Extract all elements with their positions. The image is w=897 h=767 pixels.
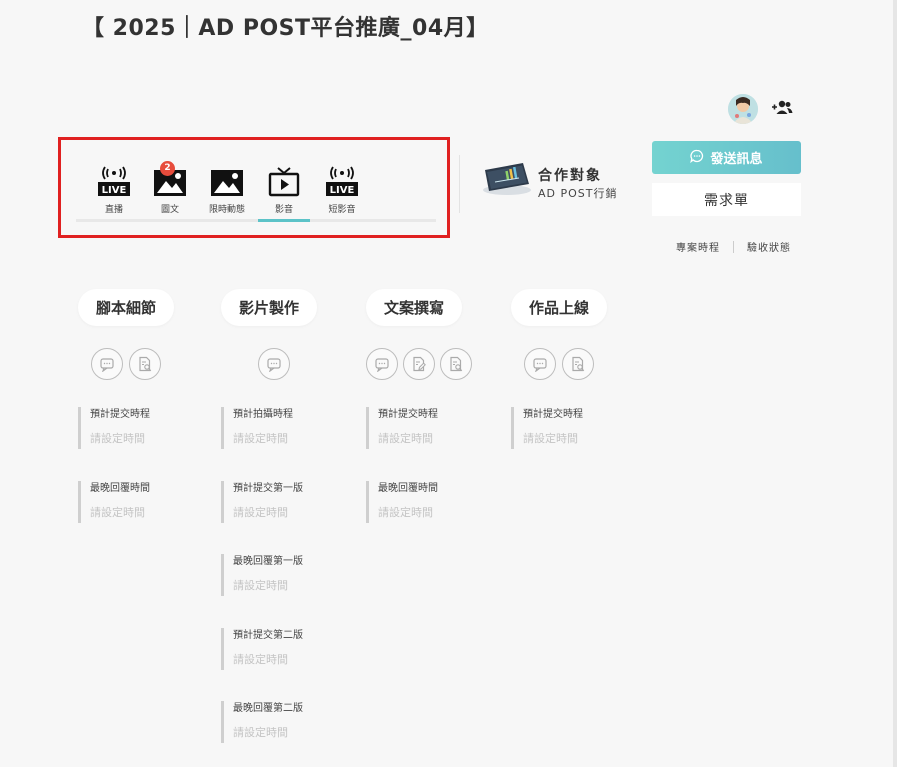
page-title: 【 2025｜AD POST平台推廣_04月】 [82, 16, 489, 41]
partner-label: 合作對象 [538, 168, 602, 184]
tab-label: 影音 [274, 205, 293, 215]
schedule-field: 最晚回覆時間 請設定時間 [78, 481, 208, 523]
chat-icon[interactable] [91, 348, 123, 380]
schedule-field: 最晚回覆時間 請設定時間 [366, 481, 496, 523]
set-time-link[interactable]: 請設定時間 [233, 653, 351, 667]
image-icon: 2 [153, 161, 187, 198]
tab-short-video[interactable]: LIVE 短影音 [316, 160, 368, 220]
svg-text:LIVE: LIVE [102, 185, 127, 196]
document-search-icon[interactable] [440, 348, 472, 380]
send-message-button[interactable]: 發送訊息 [652, 141, 801, 174]
tab-label: 直播 [104, 205, 123, 215]
schedule-field: 預計提交時程 請設定時間 [511, 407, 641, 449]
stage-actions [366, 348, 472, 380]
schedule-field: 預計提交時程 請設定時間 [78, 407, 208, 449]
stage-title: 影片製作 [221, 289, 318, 326]
chat-icon[interactable] [258, 348, 290, 380]
stage-actions [524, 348, 594, 380]
send-message-label: 發送訊息 [710, 152, 763, 167]
field-label: 預計提交第二版 [233, 630, 303, 641]
set-time-link[interactable]: 請設定時間 [233, 726, 351, 740]
schedule-field: 最晚回覆第一版 請設定時間 [221, 554, 351, 596]
set-time-link[interactable]: 請設定時間 [378, 506, 496, 520]
tab-label: 限時動態 [208, 205, 245, 215]
brief-button[interactable]: 需求單 [652, 183, 801, 216]
schedule-field: 預計拍攝時程 請設定時間 [221, 407, 351, 449]
divider [459, 155, 460, 213]
tab-live[interactable]: LIVE 直播 [88, 160, 140, 220]
set-time-link[interactable]: 請設定時間 [378, 432, 496, 446]
tab-label: 短影音 [328, 205, 356, 215]
tab-track [76, 219, 436, 222]
add-person-icon[interactable] [770, 98, 794, 118]
set-time-link[interactable]: 請設定時間 [233, 432, 351, 446]
field-label: 預計提交時程 [523, 409, 583, 420]
page-scroll-edge [893, 0, 897, 767]
tv-play-icon [267, 164, 301, 198]
acceptance-status-link[interactable]: 驗收狀態 [747, 239, 791, 254]
schedule-field: 預計提交第一版 請設定時間 [221, 481, 351, 523]
chat-icon [690, 149, 704, 167]
schedule-field: 預計提交時程 請設定時間 [366, 407, 496, 449]
chat-icon[interactable] [366, 348, 398, 380]
partner-logo [481, 160, 533, 196]
stage-actions [258, 348, 290, 380]
set-time-link[interactable]: 請設定時間 [233, 506, 351, 520]
partner-name: AD POST行銷 [538, 187, 618, 200]
platform-tabs: LIVE 直播 2 圖文 限時動態 影音 LIVE 短影音 [76, 160, 436, 222]
document-edit-icon[interactable] [403, 348, 435, 380]
field-label: 最晚回覆時間 [378, 483, 438, 494]
project-schedule-link[interactable]: 專案時程 [676, 239, 720, 254]
live-icon: LIVE [97, 164, 131, 198]
set-time-link[interactable]: 請設定時間 [233, 579, 351, 593]
field-label: 預計提交第一版 [233, 483, 303, 494]
link-separator [733, 240, 734, 253]
document-search-icon[interactable] [129, 348, 161, 380]
stage-title: 作品上線 [511, 289, 608, 326]
chat-icon[interactable] [524, 348, 556, 380]
field-label: 預計提交時程 [90, 409, 150, 420]
tab-label: 圖文 [160, 205, 179, 215]
set-time-link[interactable]: 請設定時間 [523, 432, 641, 446]
tab-badge: 2 [160, 161, 175, 176]
field-label: 最晚回覆第二版 [233, 703, 303, 714]
field-label: 預計提交時程 [378, 409, 438, 420]
tab-active-indicator [258, 219, 310, 222]
stage-actions [91, 348, 161, 380]
tab-story[interactable]: 限時動態 [201, 160, 253, 220]
field-label: 最晚回覆時間 [90, 483, 150, 494]
schedule-field: 預計提交第二版 請設定時間 [221, 628, 351, 670]
tab-video[interactable]: 影音 [258, 160, 310, 220]
stage-title: 文案撰寫 [366, 289, 463, 326]
document-search-icon[interactable] [562, 348, 594, 380]
svg-text:LIVE: LIVE [330, 185, 355, 196]
image-icon [210, 164, 244, 198]
set-time-link[interactable]: 請設定時間 [90, 506, 208, 520]
field-label: 最晚回覆第一版 [233, 556, 303, 567]
schedule-field: 最晚回覆第二版 請設定時間 [221, 701, 351, 743]
stage-title: 腳本細節 [78, 289, 175, 326]
field-label: 預計拍攝時程 [233, 409, 293, 420]
tab-image-post[interactable]: 2 圖文 [144, 160, 196, 220]
set-time-link[interactable]: 請設定時間 [90, 432, 208, 446]
live-icon: LIVE [325, 164, 359, 198]
project-links: 專案時程 驗收狀態 [676, 239, 791, 254]
user-avatar[interactable] [728, 94, 758, 124]
